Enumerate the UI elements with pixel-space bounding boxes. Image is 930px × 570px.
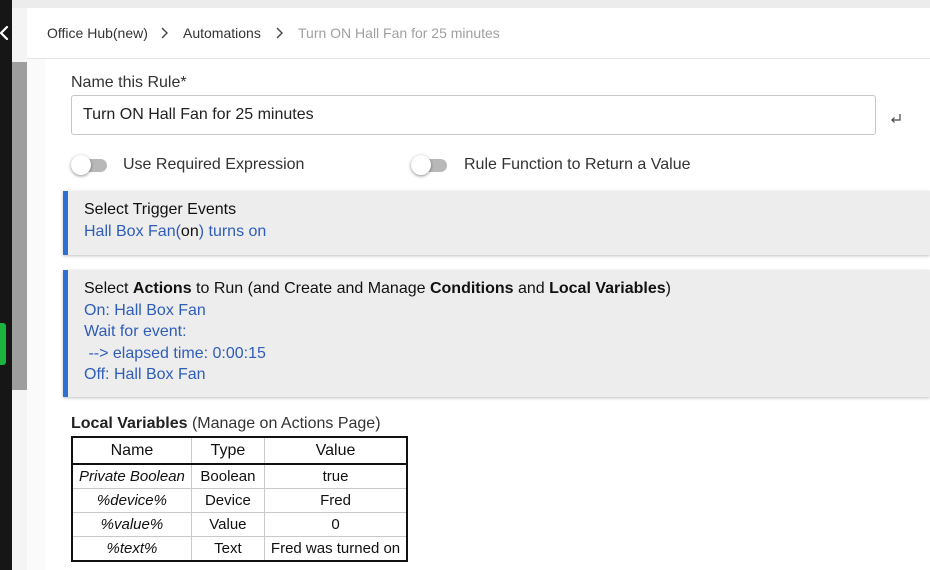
left-sidebar-collapsed [0,0,12,570]
local-variables-title: Local Variables (Manage on Actions Page) [71,415,381,432]
action-line: Wait for event: [84,323,187,340]
trigger-events-panel[interactable]: Select Trigger Events Hall Box Fan(on) t… [63,191,930,255]
table-header-row: Name Type Value [71,436,408,465]
variable-name-cell: Private Boolean [71,463,192,489]
local-variables-table: Name Type Value Private Boolean Boolean … [71,436,409,562]
variable-value-cell: Fred [263,488,408,513]
rule-name-input[interactable] [71,95,876,135]
rule-name-label: Name this Rule* [71,74,187,91]
trigger-event-summary: Hall Box Fan(on) turns on [84,222,267,240]
breadcrumb-item-hub[interactable]: Office Hub(new) [47,25,148,41]
required-expression-toggle[interactable] [71,154,109,176]
trigger-events-heading: Select Trigger Events [84,201,237,218]
variable-type-cell: Device [190,488,265,513]
column-header-value: Value [263,436,408,465]
variable-type-cell: Value [190,512,265,537]
action-line: On: Hall Box Fan [84,301,206,319]
variable-value-cell: true [263,463,408,489]
table-row: Private Boolean Boolean true [71,463,408,489]
variable-type-cell: Boolean [190,463,265,489]
variable-name-cell: %text% [71,536,192,562]
table-row: %value% Value 0 [71,512,408,537]
table-row: %text% Text Fred was turned on [71,536,408,562]
chevron-right-icon [276,27,283,39]
actions-heading: Select Actions to Run (and Create and Ma… [84,280,671,297]
scrollbar-thumb[interactable] [12,62,27,390]
column-header-type: Type [190,436,265,465]
variable-name-cell: %value% [71,512,192,537]
top-strip [0,0,930,8]
table-row: %device% Device Fred [71,488,408,513]
action-line: Off: Hall Box Fan [84,366,206,383]
back-icon[interactable] [0,22,12,44]
breadcrumb-item-automations[interactable]: Automations [183,25,261,41]
return-value-label: Rule Function to Return a Value [464,156,691,173]
enter-icon[interactable] [889,112,903,126]
variable-value-cell: 0 [263,512,408,537]
breadcrumb-current: Turn ON Hall Fan for 25 minutes [298,25,500,41]
variable-type-cell: Text [190,536,265,562]
chevron-right-icon [161,27,168,39]
variable-name-cell: %device% [71,488,192,513]
action-line: --> elapsed time: 0:00:15 [84,344,266,362]
return-value-toggle[interactable] [411,154,449,176]
column-header-name: Name [71,436,192,465]
actions-panel[interactable]: Select Actions to Run (and Create and Ma… [63,270,930,397]
variable-value-cell: Fred was turned on [263,536,408,562]
status-indicator-tab[interactable] [0,323,6,365]
required-expression-label: Use Required Expression [123,156,305,173]
